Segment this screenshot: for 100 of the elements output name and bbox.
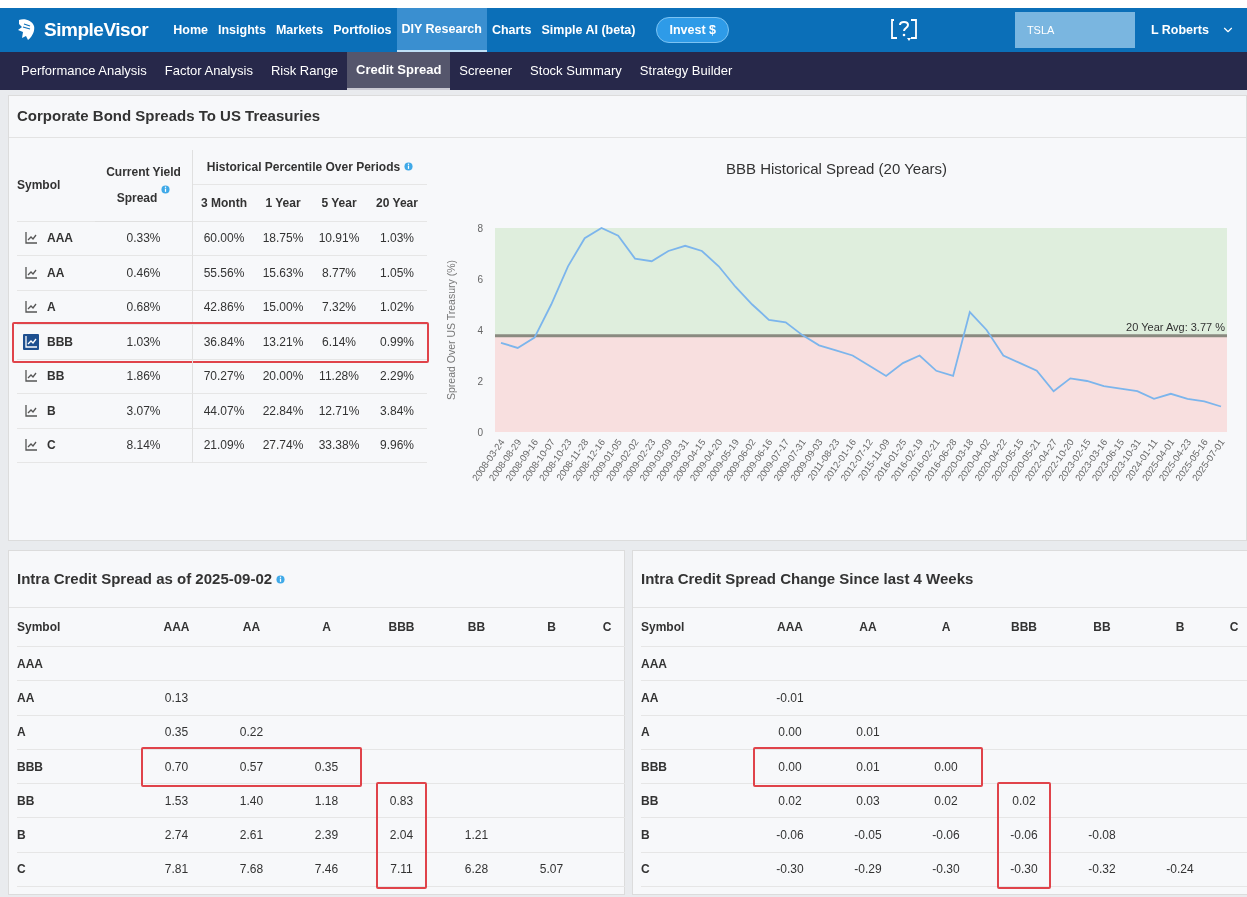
column-header: 5 Year bbox=[321, 194, 357, 212]
chart-icon[interactable] bbox=[23, 264, 39, 281]
table-cell-text: 3.84% bbox=[380, 402, 414, 420]
table-cell-text: 21.09% bbox=[203, 437, 245, 455]
table-cell-text: 0.03 bbox=[856, 792, 880, 810]
table-cell-text: 36.84% bbox=[203, 333, 245, 351]
table-cell-text: 15.63% bbox=[262, 264, 304, 282]
column-header: BB bbox=[1093, 619, 1111, 636]
table-cell-text: 60.00% bbox=[203, 230, 245, 248]
column-header: B bbox=[1175, 619, 1185, 636]
table-cell-text: -0.08 bbox=[1088, 827, 1116, 845]
column-header: C bbox=[602, 619, 612, 636]
table-cell-text: 2.29% bbox=[380, 368, 414, 386]
chart-icon[interactable] bbox=[23, 299, 39, 316]
table-cell-text: 0.35 bbox=[314, 758, 339, 776]
table-cell-text: 12.71% bbox=[318, 402, 360, 420]
symbol-label: A bbox=[641, 724, 650, 742]
chart-icon[interactable] bbox=[23, 368, 39, 385]
table-cell-text: -0.24 bbox=[1166, 861, 1194, 879]
column-header: AAA bbox=[163, 619, 190, 636]
table-cell-text: 0.02 bbox=[1012, 792, 1036, 810]
symbol-label: C bbox=[47, 437, 56, 455]
table-cell-text: 0.70 bbox=[164, 758, 189, 776]
panel-title: Intra Credit Spread Change Since last 4 Weeks bbox=[641, 568, 974, 589]
column-header: Symbol bbox=[17, 177, 61, 194]
table-cell-text: 6.28 bbox=[464, 861, 489, 879]
chart-icon[interactable] bbox=[23, 230, 39, 247]
table-cell-text: 55.56% bbox=[203, 264, 245, 282]
symbol-label: AAA bbox=[17, 655, 43, 673]
symbol-label: BBB bbox=[641, 758, 667, 776]
table-cell-text: 7.68 bbox=[239, 861, 264, 879]
subnav-tab[interactable]: Screener bbox=[450, 52, 522, 90]
help-screen-icon[interactable] bbox=[888, 17, 919, 43]
table-cell-text: 2.61 bbox=[239, 827, 264, 845]
column-header: BB bbox=[467, 619, 486, 636]
table-cell-text: 0.33% bbox=[126, 230, 161, 248]
nav-tab[interactable]: Portfolios bbox=[328, 8, 397, 52]
table-cell-text: 2.74 bbox=[164, 827, 189, 845]
column-header: AA bbox=[859, 619, 877, 636]
subnav-tab[interactable]: Risk Range bbox=[261, 52, 348, 90]
table-cell-text: -0.06 bbox=[1010, 827, 1038, 845]
chart-icon[interactable] bbox=[23, 437, 39, 454]
subnav-tab[interactable]: Credit Spread bbox=[347, 52, 451, 90]
table-cell-text: 0.22 bbox=[239, 724, 264, 742]
nav-tab[interactable]: Charts bbox=[486, 8, 537, 52]
y-axis-tick: 6 bbox=[476, 274, 483, 285]
chart-icon[interactable] bbox=[23, 333, 39, 350]
table-cell-text: 0.46% bbox=[126, 264, 161, 282]
nav-tab[interactable]: Simple AI (beta) bbox=[536, 8, 641, 52]
table-cell-text: 3.07% bbox=[126, 402, 161, 420]
table-cell-text: 6.14% bbox=[322, 333, 356, 351]
table-cell-text: 33.38% bbox=[318, 437, 360, 455]
table-cell-text: 44.07% bbox=[203, 402, 245, 420]
table-cell-text: 0.57 bbox=[239, 758, 264, 776]
symbol-label: A bbox=[17, 724, 26, 742]
column-header: 20 Year bbox=[376, 194, 418, 212]
table-cell-text: 10.91% bbox=[318, 230, 360, 248]
app-logo-text[interactable]: SimpleVisor bbox=[44, 15, 149, 45]
symbol-label: BBB bbox=[47, 333, 73, 351]
table-cell-text: 0.00 bbox=[934, 758, 958, 776]
user-name[interactable]: L Roberts bbox=[1150, 20, 1209, 40]
column-header: Symbol bbox=[641, 619, 685, 636]
table-cell-text: 15.00% bbox=[262, 299, 304, 317]
table-cell-text: 0.01 bbox=[856, 758, 880, 776]
y-axis-tick: 2 bbox=[476, 376, 483, 387]
column-header: C bbox=[1229, 619, 1239, 636]
column-header: B bbox=[547, 619, 556, 636]
table-cell-text: -0.29 bbox=[854, 861, 882, 879]
table-cell-text: 11.28% bbox=[319, 368, 359, 386]
table-cell-text: 1.18 bbox=[314, 792, 339, 810]
table-cell-text: 5.07 bbox=[539, 861, 564, 879]
table-cell-text: 0.00 bbox=[778, 758, 802, 776]
nav-tab[interactable]: Markets bbox=[270, 8, 329, 52]
table-cell-text: 7.81 bbox=[164, 861, 189, 879]
nav-tab[interactable]: Home bbox=[168, 8, 213, 52]
nav-tab[interactable]: DIY Research bbox=[396, 8, 487, 52]
nav-tab[interactable]: Insights bbox=[213, 8, 271, 52]
subnav-tab[interactable]: Performance Analysis bbox=[12, 52, 156, 90]
average-label: 20 Year Avg: 3.77 % bbox=[1125, 320, 1225, 333]
table-cell-text: 7.11 bbox=[390, 861, 413, 879]
table-cell-text: 8.77% bbox=[322, 264, 356, 282]
invest-button[interactable]: Invest $ bbox=[656, 16, 730, 44]
column-group-header: Historical Percentile Over Periods bbox=[206, 158, 401, 176]
table-cell-text: 0.35 bbox=[164, 724, 189, 742]
table-cell-text: 0.02 bbox=[778, 792, 802, 810]
table-cell-text: 0.83 bbox=[389, 792, 414, 810]
chart-title: BBB Historical Spread (20 Years) bbox=[726, 158, 947, 179]
column-header: A bbox=[941, 619, 951, 636]
symbol-label: BB bbox=[47, 368, 65, 386]
chart-icon[interactable] bbox=[23, 402, 39, 419]
column-header: 3 Month bbox=[201, 194, 247, 212]
table-cell-text: 27.74% bbox=[262, 437, 304, 455]
subnav-tab[interactable]: Factor Analysis bbox=[155, 52, 262, 90]
subnav-tab[interactable]: Stock Summary bbox=[521, 52, 631, 90]
table-cell-text: 1.40 bbox=[239, 792, 264, 810]
table-cell-text: -0.06 bbox=[776, 827, 804, 845]
symbol-label: AA bbox=[47, 264, 65, 282]
column-header: AAA bbox=[777, 619, 803, 636]
y-axis-tick: 4 bbox=[476, 325, 483, 336]
subnav-tab[interactable]: Strategy Builder bbox=[630, 52, 742, 90]
